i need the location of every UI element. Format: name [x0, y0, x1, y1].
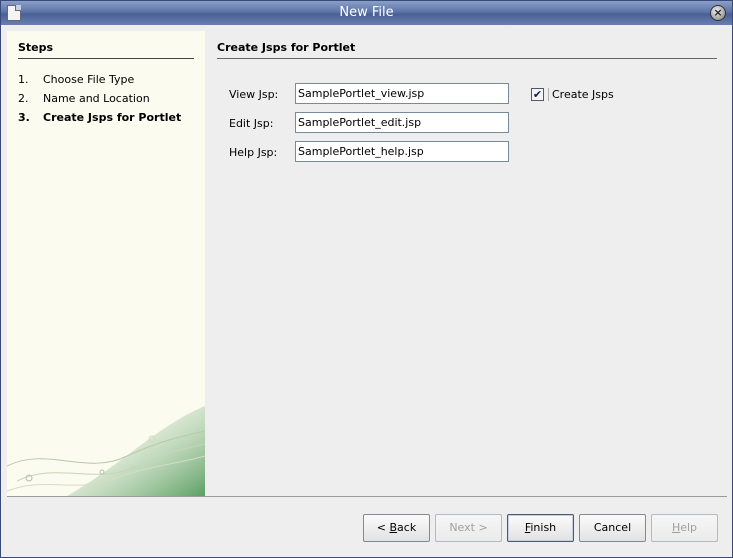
title-bar[interactable]: New File × — [1, 1, 732, 25]
step-number: 1. — [18, 73, 29, 86]
step-label: Create Jsps for Portlet — [43, 111, 182, 124]
back-button[interactable]: < Back — [363, 514, 430, 542]
step-item-current: 3. Create Jsps for Portlet — [18, 111, 181, 124]
edit-jsp-field[interactable] — [295, 112, 509, 133]
panel-title: Create Jsps for Portlet — [217, 41, 356, 54]
decorative-swirl-graphic — [7, 406, 205, 496]
panel-divider — [217, 58, 717, 59]
window-title: New File — [339, 5, 394, 20]
view-jsp-field[interactable] — [295, 83, 509, 104]
help-label-rest: elp — [680, 521, 698, 534]
steps-panel: Steps 1. Choose File Type 2. Name and Loca… — [7, 31, 206, 496]
steps-divider — [18, 58, 194, 59]
dialog-content: Steps 1. Choose File Type 2. Name and Loca… — [7, 31, 727, 496]
edit-jsp-label: Edit Jsp: — [229, 117, 274, 130]
finish-label-rest: inish — [530, 521, 557, 534]
button-bar-divider — [7, 496, 727, 497]
step-number: 3. — [18, 111, 30, 124]
new-file-dialog: New File × Steps 1. Choose File Type 2. Na… — [0, 0, 733, 558]
cancel-button[interactable]: Cancel — [579, 514, 646, 542]
help-jsp-field[interactable] — [295, 141, 509, 162]
help-mnemonic: H — [671, 521, 681, 534]
step-item: 2. Name and Location — [18, 92, 150, 105]
create-jsps-label[interactable]: Create Jsps — [548, 88, 614, 101]
create-jsps-checkbox[interactable]: ✔ — [531, 88, 544, 101]
back-mnemonic: B — [389, 521, 398, 534]
close-icon[interactable]: × — [710, 5, 726, 21]
step-label: Name and Location — [43, 92, 150, 105]
step-number: 2. — [18, 92, 29, 105]
view-jsp-label: View Jsp: — [229, 88, 279, 101]
steps-title: Steps — [18, 41, 54, 54]
help-jsp-label: Help Jsp: — [229, 146, 278, 159]
back-prefix: < — [376, 521, 390, 534]
finish-button[interactable]: Finish — [507, 514, 574, 542]
help-button[interactable]: Help — [651, 514, 718, 542]
next-button[interactable]: Next > — [435, 514, 502, 542]
back-label-rest: ack — [397, 521, 417, 534]
step-label: Choose File Type — [43, 73, 135, 86]
step-item: 1. Choose File Type — [18, 73, 134, 86]
main-panel: Create Jsps for Portlet View Jsp: ✔ Crea… — [205, 31, 727, 496]
